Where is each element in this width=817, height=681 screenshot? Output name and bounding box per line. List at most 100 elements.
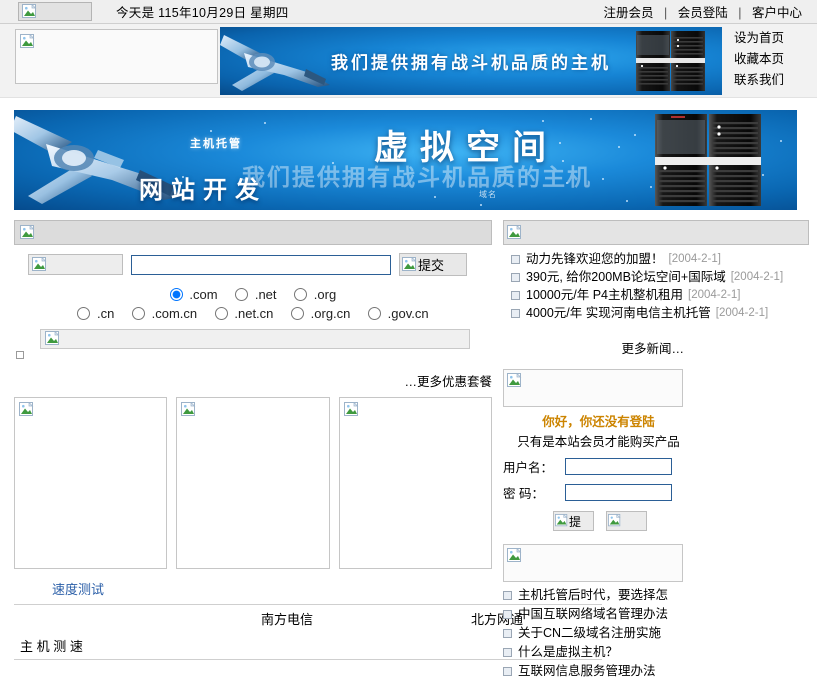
tld-option-cn[interactable]: .cn (77, 304, 114, 323)
list-item[interactable]: 什么是虚拟主机？ (503, 643, 694, 662)
tld-radio-net-cn[interactable] (214, 307, 228, 320)
hero-banner-wrapper: 主机托管 我们提供拥有战斗机品质的主机 虚拟空间 网站开发 域名 (0, 98, 817, 210)
speed-test-col-blank (14, 604, 182, 632)
broken-image-icon (32, 256, 48, 273)
username-label: 用户名： (503, 461, 554, 475)
list-item[interactable]: 390元, 给你200MB论坛空间+国际域 [2004-2-1] (503, 268, 783, 286)
broken-image-icon (507, 224, 523, 241)
header-quick-links: 设为首页 收藏本页 联系我们 (734, 28, 784, 91)
header-mini-banner: 我们提供拥有战斗机品质的主机 (220, 27, 722, 95)
bullet-square-icon (503, 648, 512, 657)
broken-image-icon (20, 34, 36, 50)
domain-search-submit-label: 提交 (418, 258, 445, 273)
register-member-link[interactable]: 注册会员 (604, 6, 654, 20)
tld-label-net-cn[interactable]: .net.cn (234, 306, 273, 321)
list-item[interactable]: 4000元/年 实现河南电信主机托管 [2004-2-1] (503, 304, 768, 322)
password-input[interactable] (565, 484, 672, 501)
list-item[interactable]: 关于CN二级域名注册实施 (503, 624, 694, 643)
speed-test-title[interactable]: 速度测试 (52, 579, 492, 598)
tld-label-cn[interactable]: .cn (97, 306, 114, 321)
login-reset-button[interactable] (606, 511, 647, 531)
bullet-square-icon (511, 254, 520, 264)
bullet-square-icon (511, 272, 520, 282)
site-logo-placeholder[interactable] (15, 29, 218, 84)
hero-title-text: 虚拟空间 (374, 129, 558, 167)
panel-resize-handle[interactable] (16, 351, 24, 359)
news-title[interactable]: 4000元/年 实现河南电信主机托管 (526, 304, 711, 322)
broken-image-icon (19, 402, 35, 418)
package-card-3[interactable] (338, 397, 492, 569)
tld-option-org[interactable]: .org (294, 285, 336, 304)
tld-radio-cn[interactable] (77, 307, 91, 320)
tld-option-com-cn[interactable]: .com.cn (131, 304, 198, 323)
tld-label-org-cn[interactable]: .org.cn (311, 306, 351, 321)
tld-option-net[interactable]: .net (235, 285, 277, 304)
package-card-2[interactable] (176, 397, 330, 569)
tld-option-com[interactable]: .com (169, 285, 218, 304)
tld-label-net[interactable]: .net (255, 287, 277, 302)
list-item[interactable]: 10000元/年 P4主机整机租用 [2004-2-1] (503, 286, 740, 304)
news-date: [2004-2-1] (715, 307, 769, 319)
help-link[interactable]: 中国互联网络域名管理办法 (518, 605, 668, 624)
list-item[interactable]: 主机托管后时代，要选择怎 (503, 586, 694, 605)
bullet-square-icon (511, 308, 520, 318)
tld-label-com[interactable]: .com (189, 287, 217, 302)
help-link[interactable]: 关于CN二级域名注册实施 (518, 624, 661, 643)
username-input[interactable] (565, 458, 672, 475)
tld-option-gov-cn[interactable]: .gov.cn (368, 304, 429, 323)
topbar-logo-placeholder (18, 2, 92, 21)
top-utility-bar: 今天是 115年10月29日 星期四 注册会员 | 会员登陆 | 客户中心 (0, 0, 817, 24)
tld-option-org-cn[interactable]: .org.cn (291, 304, 350, 323)
more-news-link[interactable]: 更多新闻… (621, 342, 684, 356)
broken-image-icon (608, 514, 622, 528)
broken-image-icon (22, 3, 38, 20)
customer-center-link[interactable]: 客户中心 (752, 6, 802, 20)
bullet-square-icon (503, 591, 512, 600)
list-item[interactable]: 互联网信息服务管理办法 (503, 662, 694, 681)
tld-radio-org[interactable] (294, 288, 308, 301)
news-panel-header (503, 220, 809, 245)
news-title[interactable]: 动力先锋欢迎您的加盟！ (526, 250, 664, 268)
help-panel-header-placeholder (503, 544, 683, 582)
tld-label-org[interactable]: .org (314, 287, 336, 302)
left-column: 提交 .com .net .org .cn .com.cn .net.cn .o… (14, 220, 602, 660)
domain-search-submit-button[interactable]: 提交 (399, 253, 467, 276)
hero-tag-text: 主机托管 (190, 138, 242, 150)
tld-label-gov-cn[interactable]: .gov.cn (388, 306, 429, 321)
tld-radio-gov-cn[interactable] (368, 307, 382, 320)
tld-radio-net[interactable] (235, 288, 249, 301)
list-item[interactable]: 中国互联网络域名管理办法 (503, 605, 694, 624)
tld-radio-com[interactable] (169, 288, 183, 301)
domain-search-input[interactable] (131, 254, 391, 275)
more-packages-link[interactable]: …更多优惠套餐 (404, 375, 492, 389)
login-note-text: 只有是本站会员才能购买产品 (517, 435, 680, 449)
broken-image-icon (20, 224, 36, 241)
help-link[interactable]: 什么是虚拟主机？ (518, 643, 618, 662)
help-link[interactable]: 主机托管后时代，要选择怎 (518, 586, 668, 605)
news-title[interactable]: 10000元/年 P4主机整机租用 (526, 286, 683, 304)
more-news-row: 更多新闻… (503, 338, 694, 357)
member-login-link[interactable]: 会员登陆 (678, 6, 728, 20)
list-item[interactable]: 动力先锋欢迎您的加盟！ [2004-2-1] (503, 250, 721, 268)
tld-radio-com-cn[interactable] (131, 307, 145, 320)
speed-test-row-label: 主 机 测 速 (14, 632, 182, 660)
speed-test-cell-south (182, 632, 392, 660)
contact-us-link[interactable]: 联系我们 (734, 70, 784, 91)
tld-option-net-cn[interactable]: .net.cn (214, 304, 273, 323)
help-link[interactable]: 互联网信息服务管理办法 (518, 662, 656, 681)
bookmark-page-link[interactable]: 收藏本页 (734, 49, 784, 70)
domain-search-label-placeholder (28, 254, 123, 275)
member-login-panel: 你好，你还没有登陆 只有是本站会员才能购买产品 用户名： 密 码： 提 (503, 369, 694, 531)
login-submit-button[interactable]: 提 (553, 511, 594, 531)
bullet-square-icon (503, 629, 512, 638)
domain-search-form: 提交 .com .net .org .cn .com.cn .net.cn .o… (14, 245, 492, 359)
hero-subtitle-text: 网站开发 (139, 177, 267, 204)
broken-image-icon (402, 256, 418, 273)
tld-radio-org-cn[interactable] (291, 307, 305, 320)
news-title[interactable]: 390元, 给你200MB论坛空间+国际域 (526, 268, 726, 286)
package-card-list (14, 397, 492, 569)
set-homepage-link[interactable]: 设为首页 (734, 28, 784, 49)
package-card-1[interactable] (14, 397, 168, 569)
tld-label-com-cn[interactable]: .com.cn (152, 306, 198, 321)
news-list: 动力先锋欢迎您的加盟！ [2004-2-1] 390元, 给你200MB论坛空间… (503, 250, 783, 322)
